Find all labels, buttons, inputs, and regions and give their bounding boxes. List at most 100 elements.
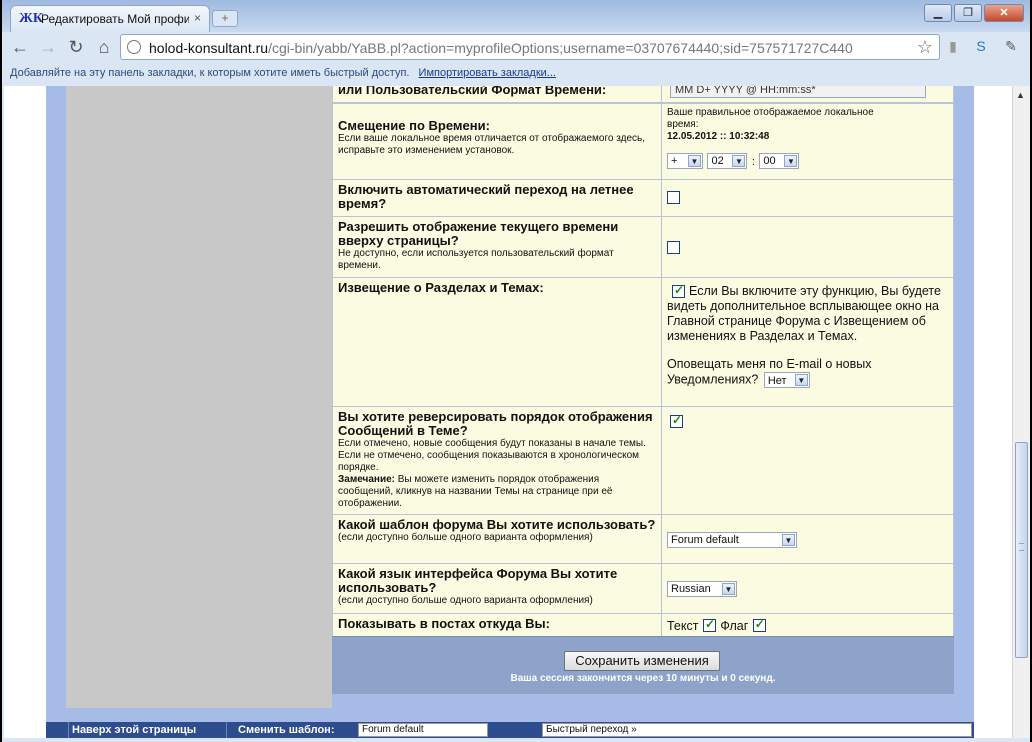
bottom-divider: [68, 722, 69, 738]
tab-close-icon[interactable]: ×: [194, 11, 201, 25]
wrench-icon[interactable]: ✎: [1002, 38, 1020, 56]
local-time-note: Ваше правильное отображаемое локальное в…: [667, 107, 874, 130]
session-timeout-text: Ваша сессия закончится через 10 минуты и…: [510, 673, 776, 684]
minimize-button[interactable]: ▁: [924, 4, 952, 22]
cell-notify-value: Если Вы включите эту функцию, Вы будете …: [662, 278, 953, 406]
row-location: Показывать в постах откуда Вы: Текст Фла…: [332, 613, 954, 637]
page-viewport: или Пользовательский Формат Времени: MM …: [4, 86, 1012, 738]
quick-jump-select[interactable]: Быстрый переход »: [542, 723, 972, 737]
location-flag-checkbox[interactable]: [752, 617, 766, 633]
cell-dst-label: Включить автоматический переход на летне…: [333, 180, 661, 216]
globe-icon: [127, 40, 141, 54]
dst-checkbox[interactable]: [667, 191, 680, 205]
profile-side-panel: [66, 86, 332, 708]
notify-block: Если Вы включите эту функцию, Вы будете …: [667, 283, 942, 344]
quick-jump-value: Быстрый переход »: [546, 724, 637, 735]
save-changes-button[interactable]: Сохранить изменения: [564, 651, 720, 671]
row-reverse: Вы хотите реверсировать порядок отображе…: [332, 406, 954, 514]
cell-show-time-label: Разрешить отображение текущего времени в…: [333, 217, 661, 277]
offset-sign-select[interactable]: + ▼: [667, 152, 703, 169]
skype-icon[interactable]: S: [972, 38, 990, 56]
cell-time-format-value: MM D+ YYYY @ HH:mm:ss*: [662, 86, 953, 102]
row-time-format: или Пользовательский Формат Времени: MM …: [332, 86, 954, 103]
bottom-template-value: Forum default: [362, 724, 424, 735]
change-template-label: Сменить шаблон:: [238, 724, 335, 736]
template-select[interactable]: Forum default ▼: [667, 531, 797, 548]
offset-hours-value: 02: [711, 154, 724, 167]
import-bookmarks-link[interactable]: Импортировать закладки...: [419, 67, 556, 79]
notify-checkbox[interactable]: [672, 283, 685, 299]
reverse-remark-bold: Замечание:: [338, 474, 395, 485]
new-tab-button[interactable]: +: [212, 10, 238, 27]
chevron-down-icon: ▼: [722, 582, 735, 595]
address-bar[interactable]: holod-konsultant.ru/cgi-bin/yabb/YaBB.pl…: [120, 34, 940, 60]
show-time-note: Не доступно, если используется пользоват…: [338, 248, 614, 271]
cell-language-label: Какой язык интерфейса Форума Вы хотите и…: [333, 564, 661, 613]
email-notify-value: Нет: [767, 375, 787, 387]
reverse-note: Если отмечено, новые сообщения будут пок…: [338, 438, 646, 473]
favicon-letters: ЖК: [19, 11, 43, 26]
email-notify-select[interactable]: Нет ▼: [763, 372, 810, 388]
maximize-button[interactable]: ❐: [954, 4, 982, 22]
time-offset-label: Смещение по Времени:: [338, 118, 490, 133]
location-text-label: Текст: [667, 619, 699, 633]
reverse-remark: Замечание: Вы можете изменить порядок от…: [338, 474, 656, 510]
chevron-down-icon: ▼: [688, 154, 701, 167]
cell-time-offset-label: Смещение по Времени: Если ваше локальное…: [333, 104, 661, 179]
location-label: Показывать в постах откуда Вы:: [338, 616, 550, 631]
row-notify: Извещение о Разделах и Темах: Если Вы вк…: [332, 277, 954, 406]
home-icon[interactable]: ⌂: [92, 36, 116, 58]
back-arrow-icon[interactable]: ←: [8, 36, 32, 58]
row-dst: Включить автоматический переход на летне…: [332, 179, 954, 216]
dst-label: Включить автоматический переход на летне…: [338, 182, 634, 211]
bookmark-star-icon[interactable]: ☆: [917, 37, 933, 58]
location-text-checkbox[interactable]: [702, 617, 716, 633]
cell-time-format-label: или Пользовательский Формат Времени:: [333, 86, 661, 102]
offset-minutes-select[interactable]: 00 ▼: [759, 152, 800, 169]
cell-notify-label: Извещение о Разделах и Темах:: [333, 278, 661, 406]
reverse-checkbox[interactable]: [670, 413, 683, 429]
time-offset-note: Если ваше локальное время отличается от …: [338, 133, 645, 156]
email-notify-block: Оповещать меня по E-mail о новых Уведомл…: [667, 357, 942, 388]
back-to-top-link[interactable]: Наверх этой страницы: [72, 724, 196, 736]
tab-strip: ЖК Редактировать Мой профил × + ▁ ❐ ✕: [2, 0, 1030, 32]
offset-sign-value: +: [671, 154, 678, 167]
signal-bars-icon[interactable]: ▮: [944, 38, 962, 56]
time-format-label: или Пользовательский Формат Времени:: [338, 86, 607, 97]
cell-time-offset-value: Ваше правильное отображаемое локальное в…: [662, 104, 953, 179]
forum-bottom-bar: Наверх этой страницы Сменить шаблон: For…: [46, 722, 974, 738]
cell-location-value: Текст Флаг: [662, 614, 953, 636]
forum-frame: или Пользовательский Формат Времени: MM …: [46, 86, 974, 738]
cell-location-label: Показывать в постах откуда Вы:: [333, 614, 661, 636]
url-domain: holod-konsultant.ru: [149, 40, 269, 56]
cell-template-label: Какой шаблон форума Вы хотите использова…: [333, 515, 661, 563]
bookmarks-bar: Добавляйте на эту панель закладки, к кот…: [2, 62, 1030, 86]
row-template: Какой шаблон форума Вы хотите использова…: [332, 514, 954, 563]
scroll-up-icon[interactable]: ▲: [1016, 90, 1025, 100]
offset-hours-select[interactable]: 02 ▼: [707, 152, 748, 169]
time-format-input[interactable]: MM D+ YYYY @ HH:mm:ss*: [670, 86, 926, 98]
scrollbar-thumb[interactable]: [1015, 442, 1028, 658]
language-note: (если доступно больше одного варианта оф…: [338, 595, 593, 606]
vertical-scrollbar[interactable]: ▲: [1012, 86, 1030, 738]
forward-arrow-icon[interactable]: →: [36, 36, 60, 58]
scrollbar-grip-icon: [1019, 543, 1024, 551]
bookmarks-hint: Добавляйте на эту панель закладки, к кот…: [10, 67, 410, 79]
cell-language-value: Russian ▼: [662, 564, 953, 613]
cell-reverse-value: [662, 407, 953, 514]
browser-window: ЖК Редактировать Мой профил × + ▁ ❐ ✕ ← …: [2, 0, 1030, 742]
tab-edit-profile[interactable]: ЖК Редактировать Мой профил ×: [10, 5, 210, 32]
notify-label: Извещение о Разделах и Темах:: [338, 280, 544, 295]
site-favicon-icon: ЖК: [19, 11, 43, 27]
tab-title: Редактировать Мой профил: [41, 12, 189, 26]
close-window-button[interactable]: ✕: [984, 4, 1024, 22]
language-label: Какой язык интерфейса Форума Вы хотите и…: [338, 566, 618, 595]
reload-icon[interactable]: ↻: [64, 36, 88, 58]
show-time-checkbox[interactable]: [667, 241, 680, 255]
local-time-value: 12.05.2012 :: 10:32:48: [667, 131, 770, 142]
chevron-down-icon: ▼: [732, 154, 746, 167]
bottom-template-select[interactable]: Forum default: [358, 723, 488, 737]
row-language: Какой язык интерфейса Форума Вы хотите и…: [332, 563, 954, 613]
language-select[interactable]: Russian ▼: [667, 580, 737, 597]
chevron-down-icon: ▼: [782, 533, 795, 546]
